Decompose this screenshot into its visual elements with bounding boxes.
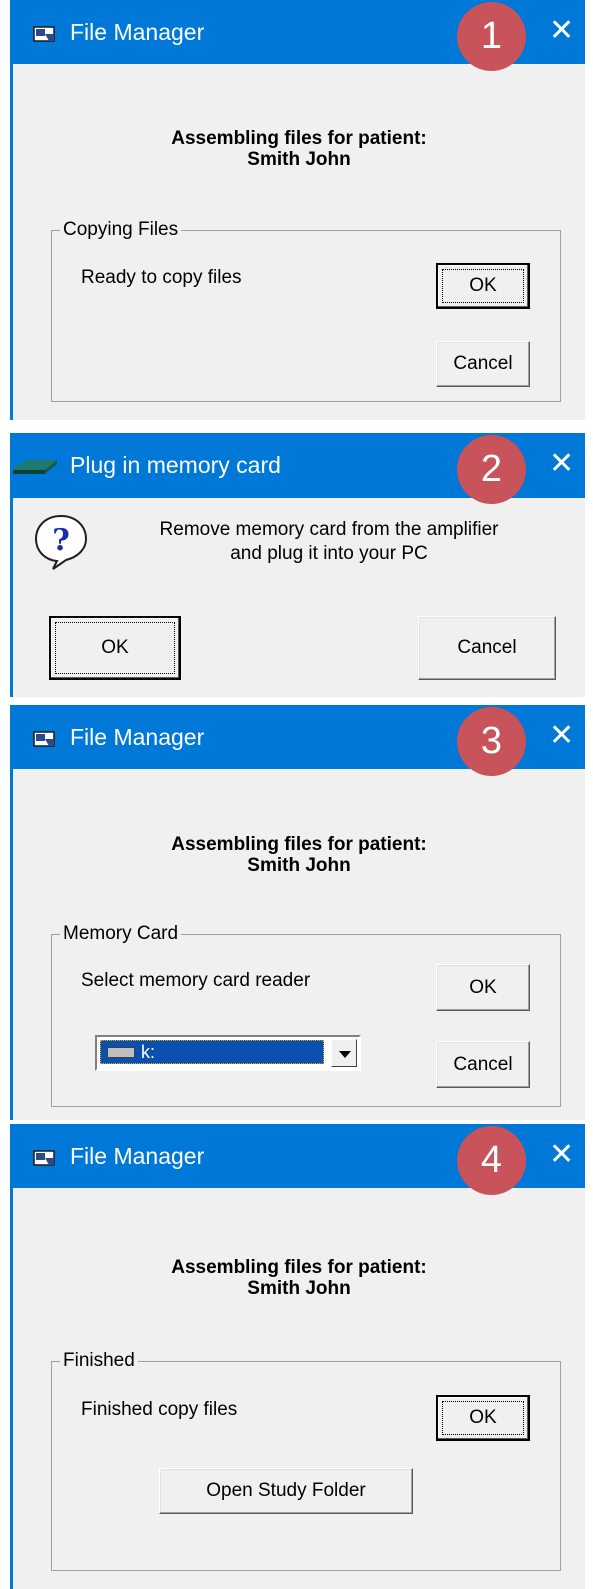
file-manager-dialog-3: File Manager ✕ 3 Assembling files for pa… xyxy=(10,705,585,1120)
cancel-label: Cancel xyxy=(457,637,517,658)
file-manager-dialog-1: File Manager ✕ 1 Assembling files for pa… xyxy=(10,0,585,420)
patient-name: Smith John xyxy=(247,1278,351,1299)
cancel-label: Cancel xyxy=(453,1053,513,1075)
close-icon[interactable]: ✕ xyxy=(549,447,574,481)
group-title: Memory Card xyxy=(60,923,182,945)
close-icon[interactable]: ✕ xyxy=(549,14,574,48)
window-title: File Manager xyxy=(70,1143,205,1169)
focus-rect xyxy=(442,269,524,303)
step-badge: 2 xyxy=(457,435,526,504)
ok-button[interactable]: OK xyxy=(436,964,530,1011)
step-badge: 4 xyxy=(457,1126,526,1195)
file-manager-app-icon xyxy=(33,1148,57,1173)
step-badge: 1 xyxy=(457,2,526,71)
patient-name: Smith John xyxy=(247,149,351,170)
cancel-button[interactable]: Cancel xyxy=(436,341,530,387)
window-title: Plug in memory card xyxy=(70,452,281,478)
window-title: File Manager xyxy=(70,724,205,750)
drive-select[interactable]: k: xyxy=(95,1035,361,1071)
close-icon[interactable]: ✕ xyxy=(549,719,574,753)
heading-line-1: Assembling files for patient: xyxy=(171,128,427,149)
plug-memory-card-dialog: Plug in memory card ✕ 2 ? Remove memory … xyxy=(10,433,585,697)
message-line-2: and plug it into your PC xyxy=(230,543,428,564)
drive-icon xyxy=(107,1047,135,1058)
close-icon[interactable]: ✕ xyxy=(549,1138,574,1172)
open-study-folder-button[interactable]: Open Study Folder xyxy=(159,1468,413,1514)
focus-rect xyxy=(442,1401,524,1435)
chevron-down-icon[interactable] xyxy=(331,1039,357,1067)
file-manager-dialog-4: File Manager ✕ 4 Assembling files for pa… xyxy=(10,1124,585,1589)
ok-button[interactable]: OK xyxy=(49,616,181,680)
file-manager-app-icon xyxy=(33,24,57,49)
group-title: Copying Files xyxy=(60,219,182,241)
cancel-label: Cancel xyxy=(453,353,513,374)
step-badge: 3 xyxy=(457,707,526,776)
ok-button[interactable]: OK xyxy=(436,263,530,309)
patient-name: Smith John xyxy=(247,855,351,876)
status-text: Finished copy files xyxy=(81,1399,238,1420)
heading-line-1: Assembling files for patient: xyxy=(171,1257,427,1278)
window-title: File Manager xyxy=(70,19,205,45)
drive-select-value: k: xyxy=(100,1040,324,1064)
status-text: Ready to copy files xyxy=(81,267,242,288)
open-study-folder-label: Open Study Folder xyxy=(206,1480,366,1501)
finished-group xyxy=(51,1361,561,1571)
prompt-text: Select memory card reader xyxy=(81,970,311,991)
ok-label: OK xyxy=(469,976,497,998)
cancel-button[interactable]: Cancel xyxy=(436,1041,530,1088)
file-manager-app-icon xyxy=(33,729,57,754)
message-line-1: Remove memory card from the amplifier xyxy=(159,519,499,540)
memory-card-icon xyxy=(13,458,59,481)
ok-button[interactable]: OK xyxy=(436,1395,530,1441)
heading-line-1: Assembling files for patient: xyxy=(171,834,427,855)
group-title: Finished xyxy=(60,1350,138,1372)
drive-value: k: xyxy=(141,1042,156,1062)
focus-rect xyxy=(55,622,175,674)
cancel-button[interactable]: Cancel xyxy=(418,616,556,680)
